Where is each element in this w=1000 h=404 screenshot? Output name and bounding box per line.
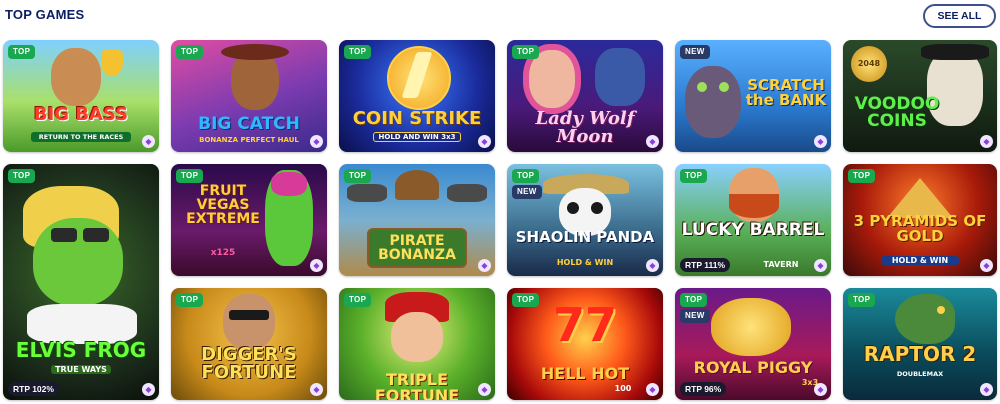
- game-tile-royal-piggy[interactable]: ROYAL PIGGY 3x3 TOP NEW RTP 96% ◆: [675, 288, 831, 400]
- game-logo: COIN STRIKE: [352, 108, 482, 129]
- gem-icon: ◆: [310, 135, 323, 148]
- game-logo: SCRATCH the BANK: [745, 76, 827, 109]
- top-badge: TOP: [176, 293, 204, 307]
- game-tile-elvis-frog[interactable]: ELVIS FROG TRUE WAYS TOP RTP 102% ◆: [3, 164, 159, 400]
- game-logo: BIG BASS: [33, 104, 129, 125]
- game-logo-77: 77: [552, 298, 617, 352]
- top-badge: TOP: [8, 45, 36, 59]
- gem-icon: ◆: [310, 383, 323, 396]
- new-badge: NEW: [512, 185, 542, 199]
- game-logo: LUCKY BARREL: [681, 220, 825, 240]
- game-subtitle: x125: [210, 248, 236, 258]
- game-logo: PIRATE BONANZA: [367, 228, 467, 268]
- game-tile-hell-hot[interactable]: 77 HELL HOT 100 TOP ◆: [507, 288, 663, 400]
- game-tile-lady-wolf-moon[interactable]: Lady Wolf Moon TOP ◆: [507, 40, 663, 152]
- game-logo: ROYAL PIGGY: [693, 358, 813, 377]
- game-subtitle: HOLD & WIN: [556, 258, 614, 267]
- game-tile-lucky-barrel[interactable]: LUCKY BARREL TAVERN TOP RTP 111% ◆: [675, 164, 831, 276]
- new-badge: NEW: [680, 309, 710, 323]
- gem-icon: ◆: [980, 383, 993, 396]
- game-subtitle: 2048: [857, 59, 881, 68]
- game-logo: TRIPLE FORTUNE: [374, 370, 460, 401]
- game-logo: Lady Wolf Moon: [535, 108, 635, 147]
- gem-icon: ◆: [646, 135, 659, 148]
- gem-icon: ◆: [142, 383, 155, 396]
- rtp-badge: RTP 111%: [680, 258, 731, 272]
- rtp-badge: RTP 102%: [8, 382, 59, 396]
- top-badge: TOP: [680, 169, 708, 183]
- game-logo: HELL HOT: [540, 364, 630, 383]
- game-tile-big-catch[interactable]: BIG CATCH BONANZA PERFECT HAUL TOP ◆: [171, 40, 327, 152]
- gem-icon: ◆: [646, 259, 659, 272]
- game-subtitle: HOLD & WIN: [881, 256, 959, 265]
- game-subtitle: RETURN TO THE RACES: [31, 132, 131, 142]
- top-badge: TOP: [8, 169, 36, 183]
- game-logo: ELVIS FROG: [15, 338, 147, 362]
- game-tile-voodoo-coins[interactable]: 2048 VOODOO COINS ◆: [843, 40, 997, 152]
- game-subtitle: BONANZA PERFECT HAUL: [199, 136, 299, 144]
- game-logo: VOODOO COINS: [854, 94, 940, 131]
- top-badge: TOP: [848, 293, 876, 307]
- top-badge: TOP: [344, 169, 372, 183]
- game-tile-3-pyramids-of-gold[interactable]: 3 PYRAMIDS OF GOLD HOLD & WIN TOP ◆: [843, 164, 997, 276]
- top-badge: TOP: [512, 45, 540, 59]
- game-tile-fruit-vegas-extreme[interactable]: FRUIT VEGAS EXTREME x125 TOP ◆: [171, 164, 327, 276]
- top-badge: TOP: [848, 169, 876, 183]
- gem-icon: ◆: [980, 135, 993, 148]
- top-badge: TOP: [344, 45, 372, 59]
- gem-icon: ◆: [814, 383, 827, 396]
- top-badge: TOP: [176, 169, 204, 183]
- game-subtitle: TRUE WAYS: [51, 365, 111, 374]
- game-tile-shaolin-panda[interactable]: SHAOLIN PANDA HOLD & WIN TOP NEW ◆: [507, 164, 663, 276]
- game-subtitle: DOUBLEMAX: [896, 370, 944, 378]
- gem-icon: ◆: [646, 383, 659, 396]
- game-subtitle: HOLD AND WIN 3x3: [373, 132, 461, 142]
- gem-icon: ◆: [142, 135, 155, 148]
- game-logo: 3 PYRAMIDS OF GOLD: [853, 212, 987, 245]
- section-title: TOP GAMES: [5, 7, 85, 22]
- game-tile-pirate-bonanza[interactable]: PIRATE BONANZA TOP ◆: [339, 164, 495, 276]
- gem-icon: ◆: [478, 383, 491, 396]
- gem-icon: ◆: [310, 259, 323, 272]
- see-all-button[interactable]: SEE ALL: [923, 4, 996, 28]
- game-tile-coin-strike[interactable]: COIN STRIKE HOLD AND WIN 3x3 TOP ◆: [339, 40, 495, 152]
- game-logo: DIGGER'S FORTUNE: [201, 344, 297, 383]
- top-badge: TOP: [680, 293, 708, 307]
- gem-icon: ◆: [814, 135, 827, 148]
- games-grid: BIG BASS RETURN TO THE RACES TOP ◆ BIG C…: [3, 40, 997, 400]
- top-badge: TOP: [512, 293, 540, 307]
- gem-icon: ◆: [478, 259, 491, 272]
- game-logo: RAPTOR 2: [863, 342, 977, 366]
- game-tile-diggers-fortune[interactable]: DIGGER'S FORTUNE TOP ◆: [171, 288, 327, 400]
- game-tile-big-bass[interactable]: BIG BASS RETURN TO THE RACES TOP ◆: [3, 40, 159, 152]
- game-tile-raptor-2[interactable]: RAPTOR 2 DOUBLEMAX TOP ◆: [843, 288, 997, 400]
- gem-icon: ◆: [814, 259, 827, 272]
- top-badge: TOP: [512, 169, 540, 183]
- gem-icon: ◆: [980, 259, 993, 272]
- new-badge: NEW: [680, 45, 710, 59]
- game-logo: FRUIT VEGAS EXTREME: [186, 183, 260, 227]
- game-logo: BIG CATCH: [198, 114, 300, 134]
- rtp-badge: RTP 96%: [680, 382, 727, 396]
- game-tile-triple-fortune[interactable]: TRIPLE FORTUNE TOP ◆: [339, 288, 495, 400]
- gem-icon: ◆: [478, 135, 491, 148]
- game-tile-scratch-the-bank[interactable]: SCRATCH the BANK NEW ◆: [675, 40, 831, 152]
- top-badge: TOP: [344, 293, 372, 307]
- top-badge: TOP: [176, 45, 204, 59]
- game-logo: SHAOLIN PANDA: [515, 228, 655, 246]
